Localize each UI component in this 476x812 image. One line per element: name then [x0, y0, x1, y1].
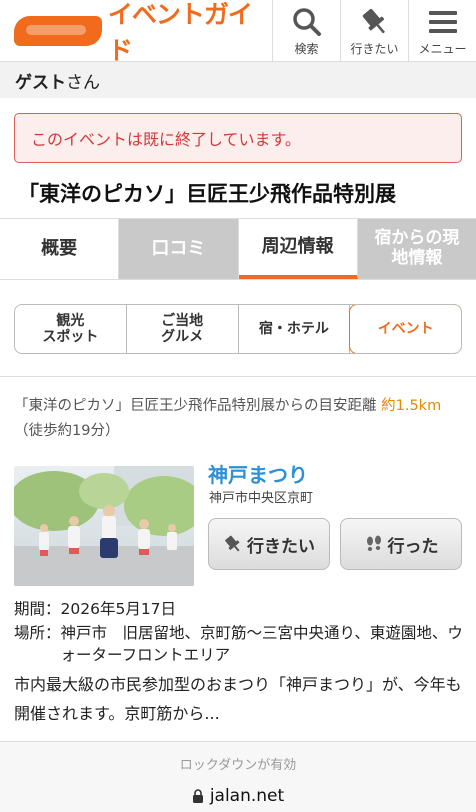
distance-prefix: 「東洋のピカソ」巨匠王少飛作品特別展からの目安距離 [14, 398, 377, 414]
event-thumbnail[interactable] [14, 466, 194, 586]
want-to-go-event-button[interactable]: 行きたい [208, 518, 330, 570]
site-header: イベントガイド 検索 行きたい メニュー [0, 0, 476, 65]
tab-nearby-info[interactable]: 周辺情報 [238, 219, 358, 279]
subtab-sightseeing[interactable]: 観光 スポット [15, 305, 127, 353]
tab-local-info-label: 宿からの現地情報 [374, 228, 460, 268]
subtab-local-gourmet[interactable]: ご当地 グルメ [127, 305, 239, 353]
subtab-sightseeing-line1: 観光 [56, 312, 85, 329]
subtab-hotels-label: 宿・ホテル [258, 320, 329, 337]
subtab-hotels[interactable]: 宿・ホテル [239, 305, 351, 353]
menu-label: メニュー [418, 41, 467, 56]
event-address: 神戸市中央区京町 [209, 491, 314, 506]
browser-bottom-bar: ロックダウンが有効 jalan.net [0, 741, 476, 812]
site-logo[interactable]: イベントガイド [0, 0, 272, 65]
lock-icon [192, 788, 204, 804]
search-icon [292, 6, 322, 38]
lockdown-status: ロックダウンが有効 [179, 758, 297, 773]
pin-icon [359, 6, 391, 38]
distance-walk: （徒歩約19分） [14, 423, 120, 439]
event-ended-text: このイベントは既に終了しています。 [31, 130, 301, 149]
menu-icon [428, 6, 458, 38]
guest-name: ゲスト [15, 72, 66, 93]
distance-info: 「東洋のピカソ」巨匠王少飛作品特別展からの目安距離 約1.5km （徒歩約19分） [14, 394, 464, 444]
subtab-gourmet-line1: ご当地 [161, 312, 204, 329]
event-place-value: 神戸市 旧居留地、京町筋～三宮中央通り、東遊園地、ウォーターフロントエリア [60, 624, 463, 664]
event-title-link[interactable]: 神戸まつり [208, 459, 308, 488]
page-title: 「東洋のピカソ」巨匠王少飛作品特別展 [18, 182, 396, 206]
search-button[interactable]: 検索 [272, 0, 340, 62]
menu-button[interactable]: メニュー [408, 0, 476, 62]
want-to-go-label: 行きたい [350, 41, 399, 56]
event-place: 場所： 神戸市 旧居留地、京町筋～三宮中央通り、東遊園地、ウォーターフロントエリア [14, 622, 466, 666]
subtab-events[interactable]: イベント [349, 305, 461, 353]
url-text: jalan.net [209, 786, 285, 806]
subtab-gourmet-line2: グルメ [161, 329, 204, 345]
subtab-sightseeing-line2: スポット [42, 329, 99, 345]
section-divider [0, 376, 476, 377]
went-event-button[interactable]: 行った [340, 518, 462, 570]
footprints-icon [364, 534, 384, 554]
tab-overview[interactable]: 概要 [0, 219, 120, 279]
subtab-events-label: イベント [377, 320, 434, 337]
event-period: 期間：2026年5月17日 [14, 598, 176, 620]
tab-local-info-from-inn: 宿からの現地情報 [357, 219, 476, 279]
url-bar[interactable]: jalan.net [0, 786, 476, 806]
distance-value: 約1.5km [381, 398, 442, 414]
want-to-go-event-label: 行きたい [247, 536, 315, 557]
search-label: 検索 [294, 41, 319, 56]
tab-reviews: 口コミ [119, 219, 239, 279]
event-period-key: 期間： [14, 600, 61, 618]
event-place-key: 場所： [14, 624, 61, 642]
pin-icon [223, 534, 243, 554]
event-description: 市内最大級の市民参加型のおまつり「神戸まつり」が、今年も開催されます。京町筋から… [14, 675, 462, 723]
guest-suffix: さん [66, 72, 100, 93]
event-period-value: 2026年5月17日 [60, 600, 177, 618]
went-event-label: 行った [387, 536, 439, 557]
main-tabs: 概要 口コミ 周辺情報 宿からの現地情報 [0, 218, 476, 280]
guest-bar: ゲスト さん [0, 62, 476, 98]
want-to-go-button[interactable]: 行きたい [340, 0, 408, 62]
event-ended-notice: このイベントは既に終了しています。 [14, 113, 462, 163]
jalan-logo-icon [14, 16, 102, 46]
nearby-category-tabs: 観光 スポット ご当地 グルメ 宿・ホテル イベント [14, 304, 462, 354]
